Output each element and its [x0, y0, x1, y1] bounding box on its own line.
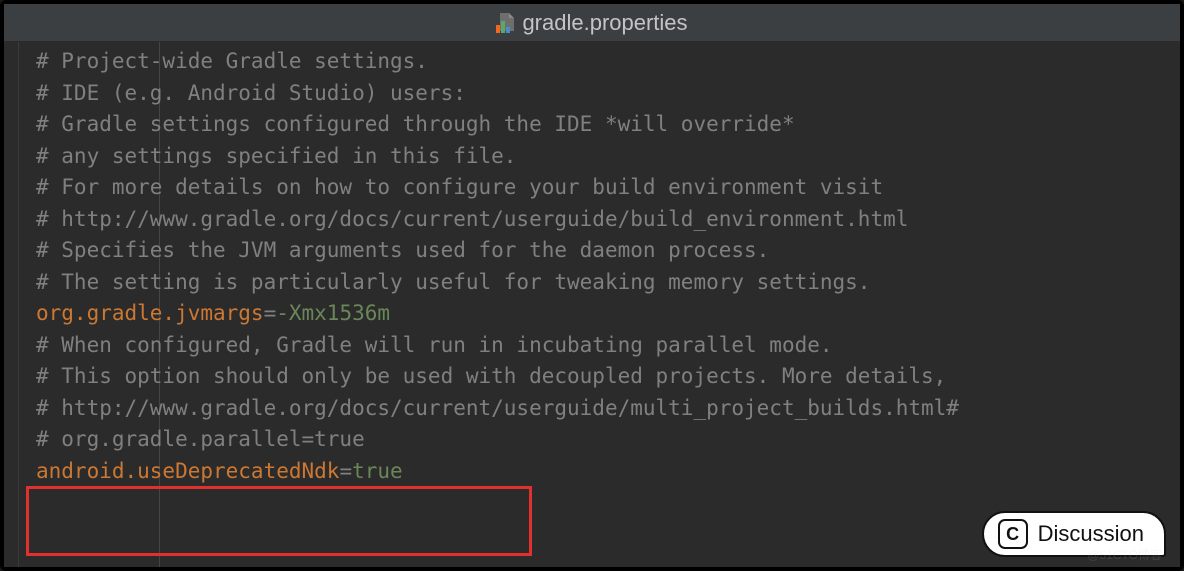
discussion-badge-letter-icon: C: [998, 519, 1028, 549]
code-line[interactable]: # http://www.gradle.org/docs/current/use…: [36, 393, 1180, 425]
code-content[interactable]: # Project-wide Gradle settings.# IDE (e.…: [18, 46, 1180, 487]
highlight-rectangle: [26, 486, 532, 556]
code-line[interactable]: # any settings specified in this file.: [36, 141, 1180, 173]
code-line[interactable]: # Project-wide Gradle settings.: [36, 46, 1180, 78]
code-editor[interactable]: # Project-wide Gradle settings.# IDE (e.…: [4, 42, 1180, 567]
code-line[interactable]: android.useDeprecatedNdk=true: [36, 456, 1180, 488]
tab-title[interactable]: gradle.properties: [522, 10, 687, 36]
code-line[interactable]: # This option should only be used with d…: [36, 361, 1180, 393]
gradle-file-icon: [496, 13, 514, 33]
discussion-badge-label: Discussion: [1038, 521, 1144, 547]
editor-tab-bar: gradle.properties: [4, 4, 1180, 42]
code-line[interactable]: # Specifies the JVM arguments used for t…: [36, 235, 1180, 267]
code-line[interactable]: # The setting is particularly useful for…: [36, 267, 1180, 299]
watermark-text: @51CTO博客: [1087, 546, 1162, 563]
code-line[interactable]: # IDE (e.g. Android Studio) users:: [36, 78, 1180, 110]
code-line[interactable]: # Gradle settings configured through the…: [36, 109, 1180, 141]
code-line[interactable]: # http://www.gradle.org/docs/current/use…: [36, 204, 1180, 236]
code-line[interactable]: # When configured, Gradle will run in in…: [36, 330, 1180, 362]
code-line[interactable]: # org.gradle.parallel=true: [36, 424, 1180, 456]
code-line[interactable]: org.gradle.jvmargs=-Xmx1536m: [36, 298, 1180, 330]
code-line[interactable]: # For more details on how to configure y…: [36, 172, 1180, 204]
